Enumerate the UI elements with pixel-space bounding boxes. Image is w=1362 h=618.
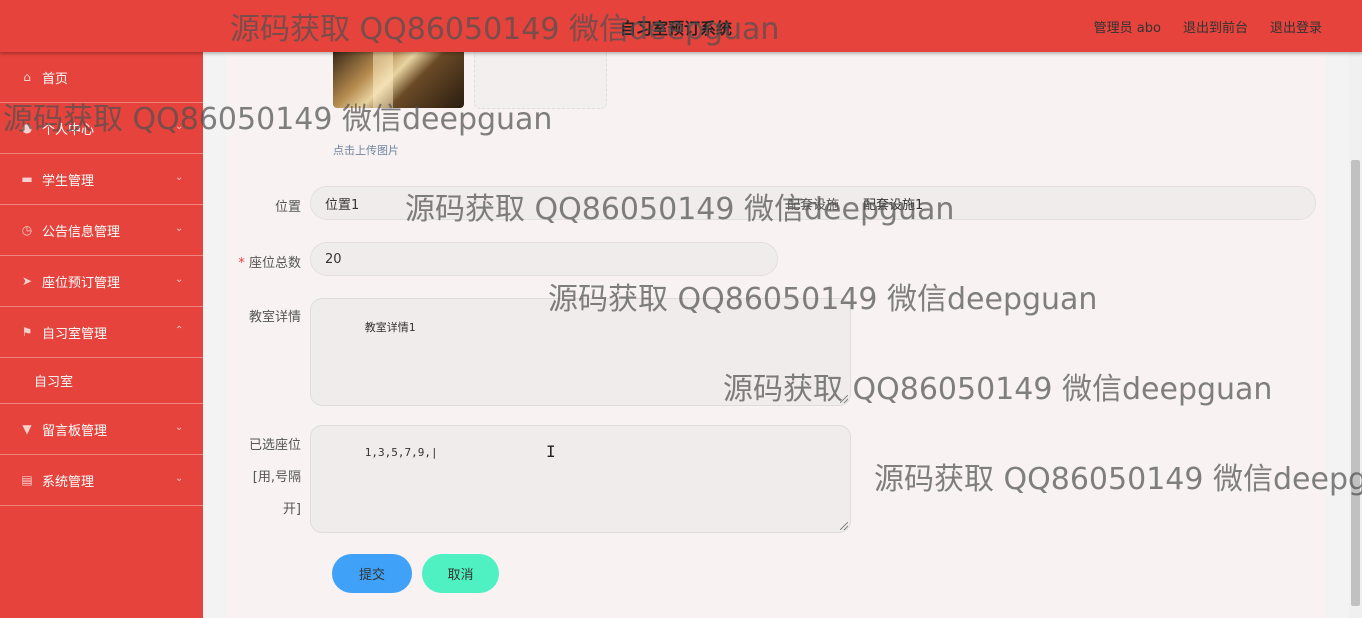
upload-image-box[interactable] xyxy=(474,52,607,109)
home-icon: ⌂ xyxy=(23,70,31,84)
detail-textarea[interactable]: 教室详情1 xyxy=(310,298,851,406)
briefcase-icon: ▤ xyxy=(21,473,33,487)
seats-label: * 座位总数 xyxy=(238,256,301,271)
facilities-value: 配套设施1 xyxy=(863,197,924,213)
main-content: 点击上传图片 位置 位置1 配套设施 配套设施1 * 座位总数 20 教室详情 … xyxy=(203,52,1349,618)
sidebar-item-label: 首页 xyxy=(42,71,69,87)
location-value: 位置1 xyxy=(325,197,360,213)
selected-seats-label: 已选座位[用,号隔开] xyxy=(226,430,301,526)
admin-user-link[interactable]: 管理员 abo xyxy=(1094,17,1161,36)
chevron-down-icon: ⌄ xyxy=(175,274,184,285)
sidebar-subitem-label: 自习室 xyxy=(34,375,74,390)
chevron-down-icon: ⌄ xyxy=(175,223,184,234)
message-icon: ▼ xyxy=(22,422,32,436)
selected-seats-value: 1,3,5,7,9,| xyxy=(364,446,438,459)
upload-hint: 点击上传图片 xyxy=(333,144,399,157)
sidebar-subitem-study-room[interactable]: 自习室 xyxy=(0,358,203,404)
chevron-down-icon: ⌄ xyxy=(175,121,184,132)
sidebar-item-seat-booking[interactable]: ➤ 座位预订管理 ⌄ xyxy=(0,256,203,307)
uploaded-image-thumbnail[interactable] xyxy=(333,52,464,108)
sidebar-item-label: 个人中心 xyxy=(42,122,95,138)
resize-grip-icon[interactable] xyxy=(840,522,848,530)
facilities-label: 配套设施 xyxy=(787,197,840,213)
selected-seats-label-text: 已选座位[用,号隔开] xyxy=(248,438,301,517)
detail-value: 教室详情1 xyxy=(364,321,416,334)
scrollbar-thumb[interactable] xyxy=(1351,160,1360,606)
sidebar-item-students[interactable]: ▬ 学生管理 ⌄ xyxy=(0,154,203,205)
app-title: 自习室预订系统 xyxy=(620,19,733,38)
location-label: 位置 xyxy=(274,200,301,215)
top-bar: 自习室预订系统 管理员 abo 退出到前台 退出登录 xyxy=(0,0,1362,52)
selected-seats-textarea[interactable]: 1,3,5,7,9,| xyxy=(310,425,851,533)
clock-icon: ◷ xyxy=(21,223,33,237)
chevron-down-icon: ⌄ xyxy=(175,473,184,484)
sidebar-item-label: 学生管理 xyxy=(42,173,95,189)
send-icon: ➤ xyxy=(21,274,33,288)
user-icon: ● xyxy=(21,121,33,135)
sidebar-item-label: 留言板管理 xyxy=(42,423,108,439)
seats-value: 20 xyxy=(325,251,342,267)
flag-icon: ⚑ xyxy=(21,325,33,339)
cancel-button[interactable]: 取消 xyxy=(422,554,499,593)
seats-total-input[interactable]: 20 xyxy=(310,242,778,276)
chevron-down-icon: ⌄ xyxy=(175,422,184,433)
top-links: 管理员 abo 退出到前台 退出登录 xyxy=(1094,17,1322,36)
exit-to-frontend-link[interactable]: 退出到前台 xyxy=(1183,17,1248,36)
sidebar-item-personal-center[interactable]: ● 个人中心 ⌄ xyxy=(0,103,203,154)
sidebar-item-study-room[interactable]: ⚑ 自习室管理 ⌃ xyxy=(0,307,203,358)
sidebar-item-label: 自习室管理 xyxy=(42,326,108,342)
sidebar-item-home[interactable]: ⌂ 首页 xyxy=(0,52,203,103)
chevron-up-icon: ⌃ xyxy=(175,325,184,336)
edit-form-panel: 点击上传图片 位置 位置1 配套设施 配套设施1 * 座位总数 20 教室详情 … xyxy=(226,52,1326,618)
submit-button[interactable]: 提交 xyxy=(332,554,412,593)
text-cursor-icon: I xyxy=(546,442,556,461)
sidebar-item-message-board[interactable]: ▼ 留言板管理 ⌄ xyxy=(0,404,203,455)
sidebar-item-label: 系统管理 xyxy=(42,474,95,490)
location-input[interactable]: 位置1 配套设施 配套设施1 xyxy=(310,186,1316,220)
chevron-down-icon: ⌄ xyxy=(175,172,184,183)
resize-grip-icon[interactable] xyxy=(840,395,848,403)
sidebar: ⌂ 首页 ● 个人中心 ⌄ ▬ 学生管理 ⌄ ◷ 公告信息管理 ⌄ ➤ 座位预订… xyxy=(0,52,203,618)
detail-label: 教室详情 xyxy=(248,310,301,325)
monitor-icon: ▬ xyxy=(21,172,33,186)
sidebar-item-system[interactable]: ▤ 系统管理 ⌄ xyxy=(0,455,203,506)
logout-link[interactable]: 退出登录 xyxy=(1270,17,1322,36)
sidebar-item-announcements[interactable]: ◷ 公告信息管理 ⌄ xyxy=(0,205,203,256)
sidebar-item-label: 座位预订管理 xyxy=(42,275,121,291)
sidebar-item-label: 公告信息管理 xyxy=(42,224,121,240)
